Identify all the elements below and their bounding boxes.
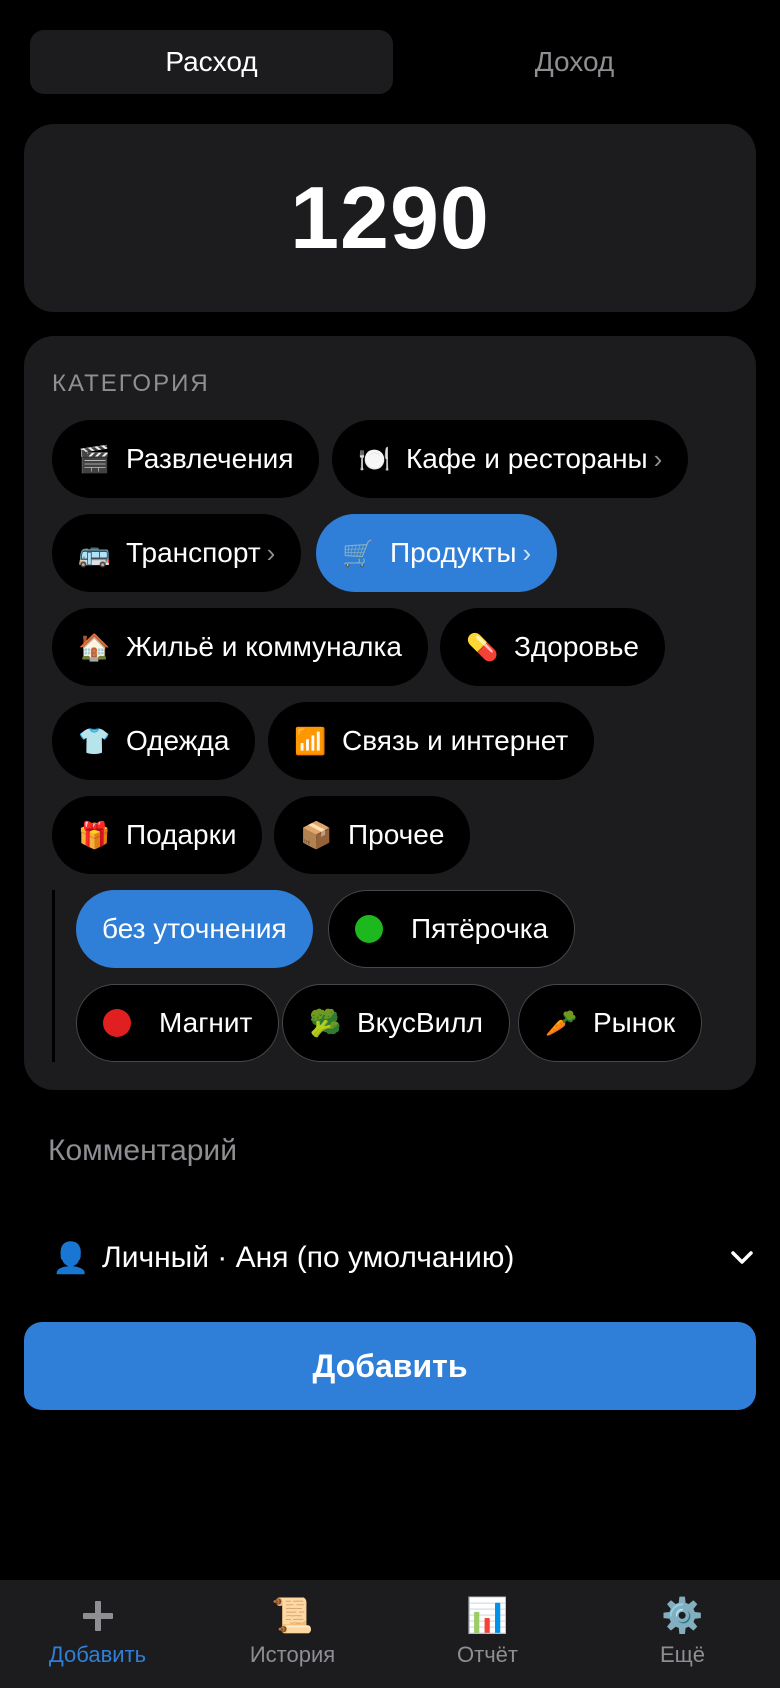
chip-label: Транспорт xyxy=(126,537,261,568)
subchip-market[interactable]: 🥕 Рынок xyxy=(518,984,703,1062)
chevron-down-icon xyxy=(728,1244,756,1272)
subchip-unspecified[interactable]: без уточнения xyxy=(76,890,313,968)
red-circle-icon xyxy=(103,1009,131,1037)
clapper-icon: 🎬 xyxy=(78,443,111,474)
chip-label: Пятёрочка xyxy=(411,913,549,944)
house-icon: 🏠 xyxy=(78,631,111,662)
tab-label: Отчёт xyxy=(457,1642,518,1667)
add-button[interactable]: Добавить xyxy=(24,1322,756,1410)
tab-add[interactable]: Добавить xyxy=(0,1580,195,1688)
cart-icon: 🛒 xyxy=(342,537,375,568)
chip-label: Здоровье xyxy=(514,631,640,662)
tab-more[interactable]: ⚙️ Ещё xyxy=(585,1580,780,1688)
page: Расход Доход 1290 КАТЕГОРИЯ 🎬 Развлечени… xyxy=(0,0,780,1688)
tab-label: Ещё xyxy=(659,1642,705,1667)
account-label: Личный · Аня (по умолчанию) xyxy=(102,1241,515,1274)
plus-icon xyxy=(81,1594,115,1638)
person-icon: 👤 xyxy=(52,1241,90,1275)
tab-history[interactable]: 📜 История xyxy=(195,1580,390,1688)
chip-health[interactable]: 💊 Здоровье xyxy=(440,608,666,686)
chip-label: ВкусВилл xyxy=(357,1007,483,1038)
chip-cafe[interactable]: 🍽️ Кафе и рестораны › xyxy=(332,420,689,498)
amount-card[interactable]: 1290 xyxy=(24,124,756,312)
green-circle-icon xyxy=(355,915,383,943)
scroll-icon: 📜 xyxy=(271,1597,314,1635)
chip-label: Подарки xyxy=(126,819,237,850)
tab-income[interactable]: Доход xyxy=(393,30,756,94)
amount-value: 1290 xyxy=(290,168,490,267)
account-select[interactable]: 👤 Личный · Аня (по умолчанию) xyxy=(52,1236,756,1280)
tab-label: История xyxy=(249,1642,336,1667)
tab-expense[interactable]: Расход xyxy=(30,30,393,94)
comment-input[interactable]: Комментарий xyxy=(48,1134,237,1168)
chevron-right-icon: › xyxy=(653,443,663,474)
chip-other[interactable]: 📦 Прочее xyxy=(274,796,471,874)
subchip-pyaterochka[interactable]: Пятёрочка xyxy=(328,890,576,968)
chip-label: Рынок xyxy=(593,1007,676,1038)
chip-entertainment[interactable]: 🎬 Развлечения xyxy=(52,420,320,498)
pill-icon: 💊 xyxy=(466,631,499,662)
bus-icon: 🚌 xyxy=(78,537,111,568)
box-icon: 📦 xyxy=(300,819,333,850)
tab-label: Добавить xyxy=(48,1642,147,1667)
chip-gifts[interactable]: 🎁 Подарки xyxy=(52,796,263,874)
chip-label: Продукты xyxy=(390,537,517,568)
gift-icon: 🎁 xyxy=(78,819,111,850)
chip-label: Жильё и коммуналка xyxy=(126,631,402,662)
chip-label: Кафе и рестораны xyxy=(406,443,648,474)
subcategory-rail xyxy=(52,890,55,1062)
broccoli-icon: 🥦 xyxy=(309,1007,342,1038)
chip-label: Прочее xyxy=(348,819,445,850)
chip-telecom[interactable]: 📶 Связь и интернет xyxy=(268,702,595,780)
chip-label: Одежда xyxy=(126,725,230,756)
gear-icon: ⚙️ xyxy=(661,1597,704,1635)
carrot-icon: 🥕 xyxy=(545,1007,578,1038)
signal-icon: 📶 xyxy=(294,725,327,756)
chip-clothing[interactable]: 👕 Одежда xyxy=(52,702,256,780)
chip-groceries[interactable]: 🛒 Продукты › xyxy=(316,514,558,592)
chevron-right-icon: › xyxy=(266,537,276,568)
category-card: КАТЕГОРИЯ 🎬 Развлечения 🍽️ Кафе и рестор… xyxy=(24,336,756,1090)
type-toggle: Расход Доход xyxy=(30,30,756,94)
subchip-magnit[interactable]: Магнит xyxy=(76,984,280,1062)
subchip-vkusvill[interactable]: 🥦 ВкусВилл xyxy=(282,984,510,1062)
chip-label: без уточнения xyxy=(102,913,287,944)
chip-label: Связь и интернет xyxy=(342,725,569,756)
chip-transport[interactable]: 🚌 Транспорт › xyxy=(52,514,302,592)
category-title: КАТЕГОРИЯ xyxy=(52,370,210,397)
chip-label: Магнит xyxy=(159,1007,253,1038)
chip-label: Развлечения xyxy=(126,443,294,474)
plate-icon: 🍽️ xyxy=(358,443,391,474)
tab-report[interactable]: 📊 Отчёт xyxy=(390,1580,585,1688)
shirt-icon: 👕 xyxy=(78,725,111,756)
tab-bar: Добавить 📜 История 📊 Отчёт ⚙️ Ещё xyxy=(0,1580,780,1688)
chevron-right-icon: › xyxy=(522,537,532,568)
chip-housing[interactable]: 🏠 Жильё и коммуналка xyxy=(52,608,428,686)
bar-chart-icon: 📊 xyxy=(466,1597,509,1635)
